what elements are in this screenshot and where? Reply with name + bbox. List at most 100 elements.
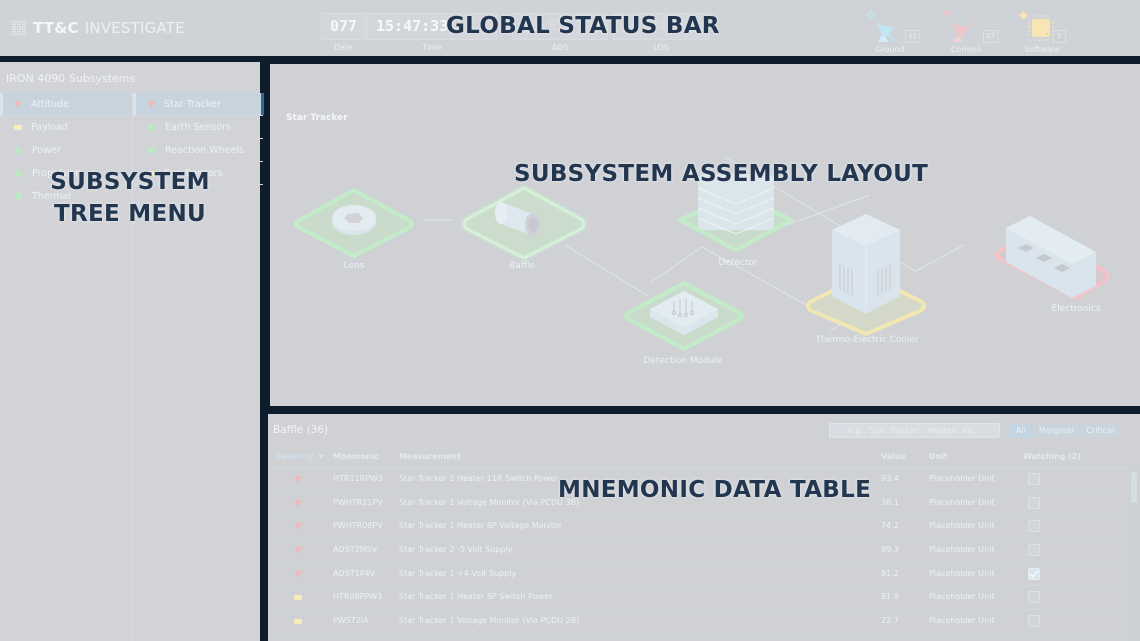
column-header-watching[interactable]: Watching (2) <box>1023 452 1081 461</box>
node-detector[interactable] <box>674 164 798 256</box>
table-row[interactable]: PWHTR08PV Star Tracker 1 Heater 8P Voltag… <box>268 515 1130 540</box>
column-header-measurement[interactable]: Measurement <box>399 452 461 461</box>
measurement-cell: Star Tracker 1 +4 Volt Supply <box>399 568 517 578</box>
node-baffle[interactable] <box>459 184 589 262</box>
brand-name-light: INVESTIGATE <box>84 19 185 37</box>
column-header-severity-label: Severity <box>276 452 314 461</box>
unit-cell: Placeholder Unit <box>929 521 995 531</box>
measurement-cell: Star Tracker 2 Heater 11R Switch Power <box>399 474 559 483</box>
aos-readout: 15:52:12 AOS <box>512 13 608 52</box>
watch-checkbox[interactable] <box>1028 520 1040 533</box>
node-electronics[interactable] <box>992 212 1116 312</box>
critical-severity-icon <box>294 547 302 555</box>
value-cell: 91.9 <box>881 592 899 602</box>
chip-icon <box>1028 15 1054 41</box>
subsystem-level2-list: Star Tracker Earth Sensors Reaction Whee… <box>133 93 263 185</box>
filter-critical-button[interactable]: Critical <box>1080 424 1121 438</box>
watch-checkbox[interactable] <box>1028 496 1040 509</box>
node-label-lens: Lens <box>343 261 365 271</box>
tree-item-label: Power <box>32 144 61 156</box>
marginal-indicator-icon <box>147 170 155 176</box>
comms-alerts[interactable]: 27 Comms <box>942 8 1002 54</box>
software-alert-count: 5 <box>1053 30 1066 43</box>
sort-descending-icon <box>317 454 324 459</box>
time-readout: 15:47:33 Time <box>367 13 497 52</box>
table-body: HTR11RPW3 Star Tracker 2 Heater 11R Switc… <box>268 468 1130 634</box>
tree-item-earth-sensors[interactable]: Earth Sensors <box>133 116 263 139</box>
tree-item-label: Earth Sensors <box>165 121 232 133</box>
unit-cell: Placeholder Unit <box>929 592 995 602</box>
column-header-mnemonic[interactable]: Mnemonic <box>333 452 379 461</box>
unit-cell: Placeholder Unit <box>929 616 995 626</box>
ground-status-marker-icon <box>867 11 875 19</box>
tree-item-label: Attitude <box>31 98 70 110</box>
tree-item-propulsion[interactable]: Propulsion <box>0 162 130 185</box>
global-status-bar: TT&C INVESTIGATE 077 Date 15:47:33 Time … <box>0 0 1140 56</box>
watch-checkbox[interactable] <box>1028 473 1040 485</box>
ground-alerts[interactable]: 42 Ground <box>866 8 926 54</box>
critical-severity-icon <box>294 570 302 578</box>
node-label-electronics: Electronics <box>1051 304 1101 314</box>
node-detection-module[interactable] <box>622 277 746 355</box>
nominal-indicator-icon <box>148 123 155 131</box>
mnemonic-cell: HTR11RPW3 <box>333 474 384 483</box>
column-header-value[interactable]: Value <box>881 452 906 461</box>
software-alerts[interactable]: 5 Software <box>1018 8 1078 54</box>
table-row[interactable]: ADST2M5V Star Tracker 2 -5 Volt Supply 89.… <box>268 539 1130 563</box>
filter-all-button[interactable]: All <box>1010 424 1032 438</box>
date-label: Date <box>333 43 354 52</box>
node-thermo-electric-cooler[interactable] <box>804 212 928 336</box>
los-value: 16:04:50 <box>613 13 709 40</box>
table-row[interactable]: ADST1P4V Star Tracker 1 +4 Volt Supply 91.… <box>268 563 1130 587</box>
table-scrollbar[interactable] <box>1130 468 1138 641</box>
mnemonic-cell: HTR08PPW3 <box>333 592 383 602</box>
value-cell: 93.4 <box>881 474 899 483</box>
watch-checkbox[interactable] <box>1028 567 1040 580</box>
subsystem-tree-menu: IRON 4090 Subsystems Attitude Payload Po… <box>0 62 263 641</box>
tree-item-reaction-wheels[interactable]: Reaction Wheels <box>133 139 263 162</box>
critical-indicator-icon <box>14 100 22 108</box>
tree-item-thermal[interactable]: Thermal <box>0 185 130 208</box>
marginal-indicator-icon <box>14 124 22 130</box>
table-row[interactable]: PWST2IA Star Tracker 1 Voltage Monitor (V… <box>268 610 1130 634</box>
watch-checkbox[interactable] <box>1028 615 1040 628</box>
table-row[interactable]: PWHTR11PV Star Tracker 1 Voltage Monitor … <box>268 492 1130 516</box>
table-scrollbar-thumb[interactable] <box>1131 472 1137 503</box>
column-header-unit[interactable]: Unit <box>929 452 948 461</box>
search-input[interactable] <box>848 426 998 435</box>
tree-item-star-tracker[interactable]: Star Tracker <box>133 93 263 116</box>
tree-item-power[interactable]: Power <box>0 139 130 162</box>
mnemonic-data-table: Baffle (36) All Marginal Critical Severi… <box>268 414 1140 641</box>
critical-severity-icon <box>294 476 302 483</box>
critical-severity-icon <box>294 499 302 507</box>
tree-item-label: Sun Sensors <box>164 167 223 179</box>
subsystem-level1-list: Attitude Payload Power Propulsion Therma… <box>0 93 130 208</box>
tree-item-payload[interactable]: Payload <box>0 116 130 139</box>
column-header-severity[interactable]: Severity <box>276 452 324 461</box>
comms-label: Comms <box>950 45 982 54</box>
table-title: Baffle (36) <box>273 424 329 436</box>
subsystem-assembly-layout: Star Tracker Lens Baffle Detector Detect… <box>270 64 1140 406</box>
tree-item-sun-sensors[interactable]: Sun Sensors <box>133 162 263 185</box>
table-row[interactable]: HTR11RPW3 Star Tracker 2 Heater 11R Switc… <box>268 468 1130 492</box>
watch-checkbox[interactable] <box>1028 591 1040 604</box>
los-label: LOS <box>653 43 669 52</box>
critical-severity-icon <box>294 523 302 531</box>
unit-cell: Placeholder Unit <box>929 568 995 578</box>
unit-cell: Placeholder Unit <box>929 545 995 555</box>
filter-marginal-button[interactable]: Marginal <box>1032 424 1080 438</box>
table-row[interactable]: HTR08PPW3 Star Tracker 1 Heater 8P Switch… <box>268 586 1130 611</box>
measurement-cell: Star Tracker 1 Heater 8P Voltage Monitor <box>399 521 563 531</box>
satellite-dish-icon <box>877 24 896 42</box>
severity-filter: All Marginal Critical <box>1010 424 1121 438</box>
mnemonic-search[interactable] <box>829 423 1000 438</box>
app-brand[interactable]: TT&C INVESTIGATE <box>12 19 185 37</box>
unit-cell: Placeholder Unit <box>929 497 995 507</box>
subsystems-title: IRON 4090 Subsystems <box>6 72 136 85</box>
tree-item-attitude[interactable]: Attitude <box>0 93 130 116</box>
value-cell: 91.2 <box>881 568 899 578</box>
watch-checkbox[interactable] <box>1028 544 1040 557</box>
node-lens[interactable] <box>292 184 416 260</box>
marginal-severity-icon <box>294 595 302 601</box>
value-cell: 22.7 <box>881 616 899 626</box>
